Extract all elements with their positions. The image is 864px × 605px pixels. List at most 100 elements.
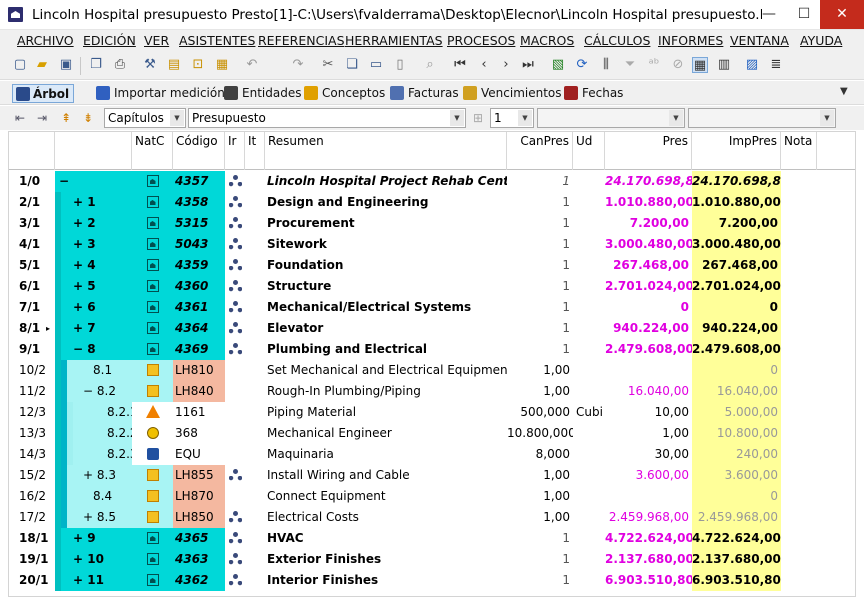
breakdown-tree-icon[interactable] (228, 259, 242, 272)
ud-cell[interactable]: Cubi (573, 402, 605, 423)
last-record-icon[interactable]: ⏭ (520, 57, 536, 73)
next-record-icon[interactable]: › (498, 57, 514, 73)
canpres-cell[interactable]: 1 (507, 339, 573, 360)
codigo-cell[interactable]: 4357 (173, 171, 225, 192)
ud-cell[interactable] (573, 318, 605, 339)
tools-icon[interactable]: ⚒ (142, 57, 158, 73)
table-row[interactable]: 12/3 8.2.1 1161 Piping Material500,000Cubi1… (9, 402, 855, 423)
resumen-cell[interactable]: Procurement (265, 213, 507, 234)
nota-cell[interactable] (781, 234, 817, 255)
tree-node-label[interactable]: − (59, 171, 69, 192)
ud-cell[interactable] (573, 549, 605, 570)
resumen-cell[interactable]: Electrical Costs (265, 507, 507, 528)
tree-cell[interactable]: + 11 (55, 570, 132, 591)
menu-ventana[interactable]: VENTANA (730, 33, 789, 48)
ud-cell[interactable] (573, 465, 605, 486)
tab-importar-medicion[interactable]: Importar medición (96, 84, 225, 103)
tree-cell[interactable]: 8.2.1 (55, 402, 132, 423)
level-up-icon[interactable]: ⇞ (58, 110, 74, 126)
menu-archivo[interactable]: ARCHIVO (17, 33, 74, 48)
codigo-cell[interactable]: 4363 (173, 549, 225, 570)
pres-cell[interactable]: 2.137.680,00 (605, 549, 692, 570)
tree-node-label[interactable]: + 10 (73, 549, 104, 570)
header-ir[interactable]: Ir (225, 132, 245, 170)
resumen-cell[interactable]: Maquinaria (265, 444, 507, 465)
resumen-cell[interactable]: Foundation (265, 255, 507, 276)
pres-cell[interactable]: 4.722.624,00 (605, 528, 692, 549)
table-row[interactable]: 16/2 8.4 LH870 Connect Equipment 1,00 0 (9, 486, 855, 507)
nota-cell[interactable] (781, 570, 817, 591)
breakdown-tree-icon[interactable] (228, 553, 242, 566)
pres-cell[interactable]: 940.224,00 (605, 318, 692, 339)
nota-cell[interactable] (781, 423, 817, 444)
nota-cell[interactable] (781, 192, 817, 213)
nota-cell[interactable] (781, 402, 817, 423)
breakdown-tree-icon[interactable] (228, 280, 242, 293)
spellcheck-icon[interactable]: ᵃᵇ (646, 57, 662, 73)
pres-cell[interactable]: 1,00 (605, 423, 692, 444)
tree-node-label[interactable]: + 4 (73, 255, 96, 276)
canpres-cell[interactable]: 10.800,000 (507, 423, 573, 444)
pres-cell[interactable] (605, 360, 692, 381)
nota-cell[interactable] (781, 318, 817, 339)
new-file-icon[interactable]: ▢ (12, 57, 28, 73)
canpres-cell[interactable]: 1 (507, 192, 573, 213)
ud-cell[interactable] (573, 486, 605, 507)
ud-cell[interactable] (573, 507, 605, 528)
nota-cell[interactable] (781, 360, 817, 381)
pres-cell[interactable]: 3.000.480,00 (605, 234, 692, 255)
nota-cell[interactable] (781, 549, 817, 570)
collapse-levels-icon[interactable]: ⇤ (12, 110, 28, 126)
nota-cell[interactable] (781, 465, 817, 486)
refresh-icon[interactable]: ⟳ (574, 57, 590, 73)
codigo-cell[interactable]: 4361 (173, 297, 225, 318)
tree-node-label[interactable]: + 8.5 (83, 507, 116, 528)
codigo-cell[interactable]: 368 (173, 423, 225, 444)
open-folder-icon[interactable]: ▰ (34, 57, 50, 73)
header-it[interactable]: It (245, 132, 265, 170)
pres-cell[interactable]: 7.200,00 (605, 213, 692, 234)
minimize-button[interactable]: — (752, 0, 786, 29)
tree-cell[interactable]: 8.1 (55, 360, 132, 381)
pres-cell[interactable]: 24.170.698,80 (605, 171, 692, 192)
ud-cell[interactable] (573, 171, 605, 192)
resumen-cell[interactable]: Elevator (265, 318, 507, 339)
tree-node-label[interactable]: + 3 (73, 234, 96, 255)
resumen-cell[interactable]: Sitework (265, 234, 507, 255)
codigo-cell[interactable]: 4358 (173, 192, 225, 213)
delete-icon[interactable]: ▯ (392, 57, 408, 73)
resumen-cell[interactable]: Exterior Finishes (265, 549, 507, 570)
resumen-cell[interactable]: Structure (265, 276, 507, 297)
canpres-cell[interactable]: 1 (507, 234, 573, 255)
filter-icon[interactable]: ⏷ (622, 57, 638, 73)
pres-cell[interactable] (605, 486, 692, 507)
tree-cell[interactable]: + 7 (55, 318, 132, 339)
codigo-cell[interactable]: 1161 (173, 402, 225, 423)
redo-icon[interactable]: ↷ (290, 57, 306, 73)
resumen-cell[interactable]: HVAC (265, 528, 507, 549)
nota-cell[interactable] (781, 213, 817, 234)
tree-node-label[interactable]: + 2 (73, 213, 96, 234)
header-imppres[interactable]: ImpPres (692, 132, 781, 170)
codigo-cell[interactable]: LH850 (173, 507, 225, 528)
tree-cell[interactable]: + 10 (55, 549, 132, 570)
pres-cell[interactable]: 1.010.880,00 (605, 192, 692, 213)
nota-cell[interactable] (781, 339, 817, 360)
menu-edicion[interactable]: EDICIÓN (83, 33, 136, 48)
tree-node-label[interactable]: 8.1 (93, 360, 112, 381)
breakdown-tree-icon[interactable] (228, 196, 242, 209)
list-icon[interactable]: ≣ (768, 57, 784, 73)
ud-cell[interactable] (573, 423, 605, 444)
tab-entidades[interactable]: Entidades (224, 84, 301, 103)
tree-cell[interactable]: 8.2.2 (55, 423, 132, 444)
table-row[interactable]: 6/1 + 5 4360 Structure 1 2.701.024,00 2.701.02… (9, 276, 855, 297)
table-row[interactable]: 2/1 + 1 4358 Design and Engineering 1 1.010.8… (9, 192, 855, 213)
table-row[interactable]: 14/3 8.2.3 EQU Maquinaria8,000 30,00240,00 (9, 444, 855, 465)
tab-facturas[interactable]: Facturas (390, 84, 459, 103)
ud-cell[interactable] (573, 234, 605, 255)
resumen-cell[interactable]: Mechanical/Electrical Systems (265, 297, 507, 318)
tree-node-label[interactable]: + 9 (73, 528, 96, 549)
nota-cell[interactable] (781, 444, 817, 465)
tree-node-label[interactable]: + 1 (73, 192, 96, 213)
tree-cell[interactable]: − 8.2 (55, 381, 132, 402)
